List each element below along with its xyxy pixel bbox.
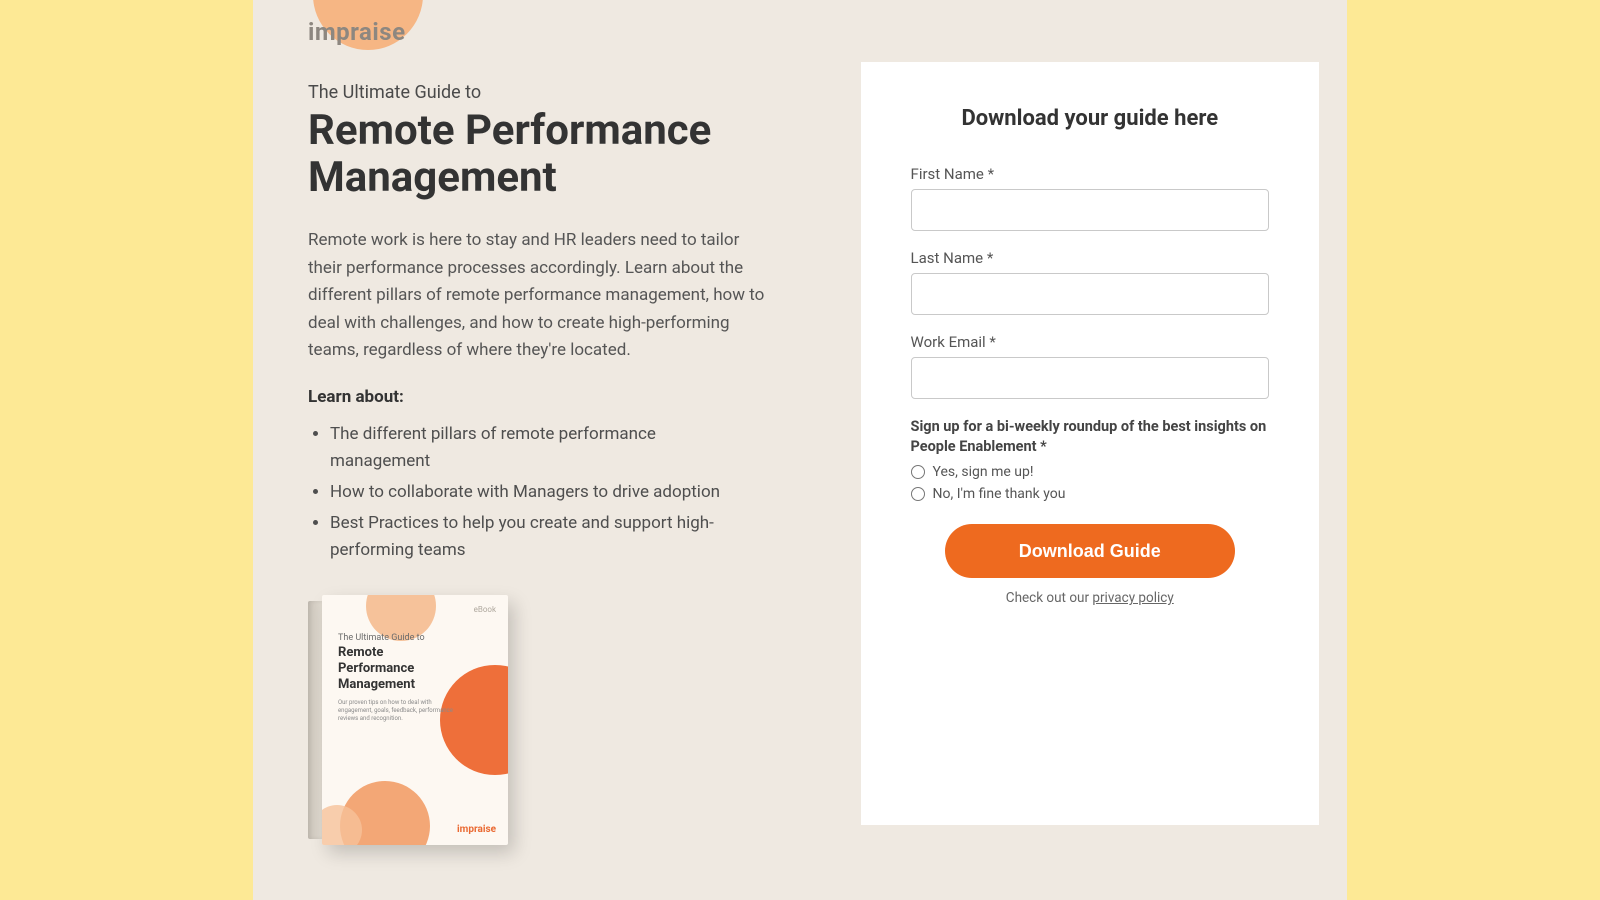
optin-no-radio[interactable] (911, 487, 925, 501)
content-row: The Ultimate Guide to Remote Performance… (253, 0, 1347, 845)
policy-prefix: Check out our (1006, 590, 1093, 606)
download-guide-button[interactable]: Download Guide (945, 524, 1235, 578)
book-title: Remote Performance Management (338, 645, 448, 694)
learn-about-label: Learn about: (308, 387, 771, 407)
optin-yes-row[interactable]: Yes, sign me up! (911, 464, 1269, 480)
first-name-input[interactable] (911, 189, 1269, 231)
list-item: Best Practices to help you create and su… (330, 510, 750, 564)
privacy-policy-link[interactable]: privacy policy (1092, 590, 1173, 606)
first-name-label: First Name * (911, 165, 1269, 183)
list-item: How to collaborate with Managers to driv… (330, 479, 750, 506)
optin-question: Sign up for a bi-weekly roundup of the b… (911, 417, 1269, 456)
list-item: The different pillars of remote performa… (330, 421, 750, 475)
last-name-field: Last Name * (911, 249, 1269, 315)
lede-paragraph: Remote work is here to stay and HR leade… (308, 227, 768, 365)
book-brand-top: eBook (474, 605, 496, 614)
ebook-mockup: eBook The Ultimate Guide to Remote Perfo… (308, 595, 508, 845)
download-form-card: Download your guide here First Name * La… (861, 62, 1319, 825)
optin-no-label: No, I'm fine thank you (933, 486, 1066, 502)
email-label: Work Email * (911, 333, 1269, 351)
book-kicker: The Ultimate Guide to (338, 633, 492, 643)
email-field: Work Email * (911, 333, 1269, 399)
bullet-list: The different pillars of remote performa… (308, 421, 771, 565)
email-input[interactable] (911, 357, 1269, 399)
first-name-field: First Name * (911, 165, 1269, 231)
book-subtitle: Our proven tips on how to deal with enga… (338, 699, 458, 722)
title-kicker: The Ultimate Guide to (308, 82, 771, 103)
page-stage: impraise The Ultimate Guide to Remote Pe… (253, 0, 1347, 900)
left-column: The Ultimate Guide to Remote Performance… (308, 82, 771, 845)
book-spine (308, 601, 322, 839)
brand-logo: impraise (308, 18, 406, 46)
page-title: Remote Performance Management (308, 107, 771, 201)
optin-yes-label: Yes, sign me up! (933, 464, 1034, 480)
last-name-label: Last Name * (911, 249, 1269, 267)
optin-no-row[interactable]: No, I'm fine thank you (911, 486, 1269, 502)
book-brand: impraise (457, 824, 496, 835)
book-cover: eBook The Ultimate Guide to Remote Perfo… (322, 595, 508, 845)
optin-yes-radio[interactable] (911, 465, 925, 479)
privacy-line: Check out our privacy policy (911, 590, 1269, 606)
last-name-input[interactable] (911, 273, 1269, 315)
form-heading: Download your guide here (911, 106, 1269, 131)
